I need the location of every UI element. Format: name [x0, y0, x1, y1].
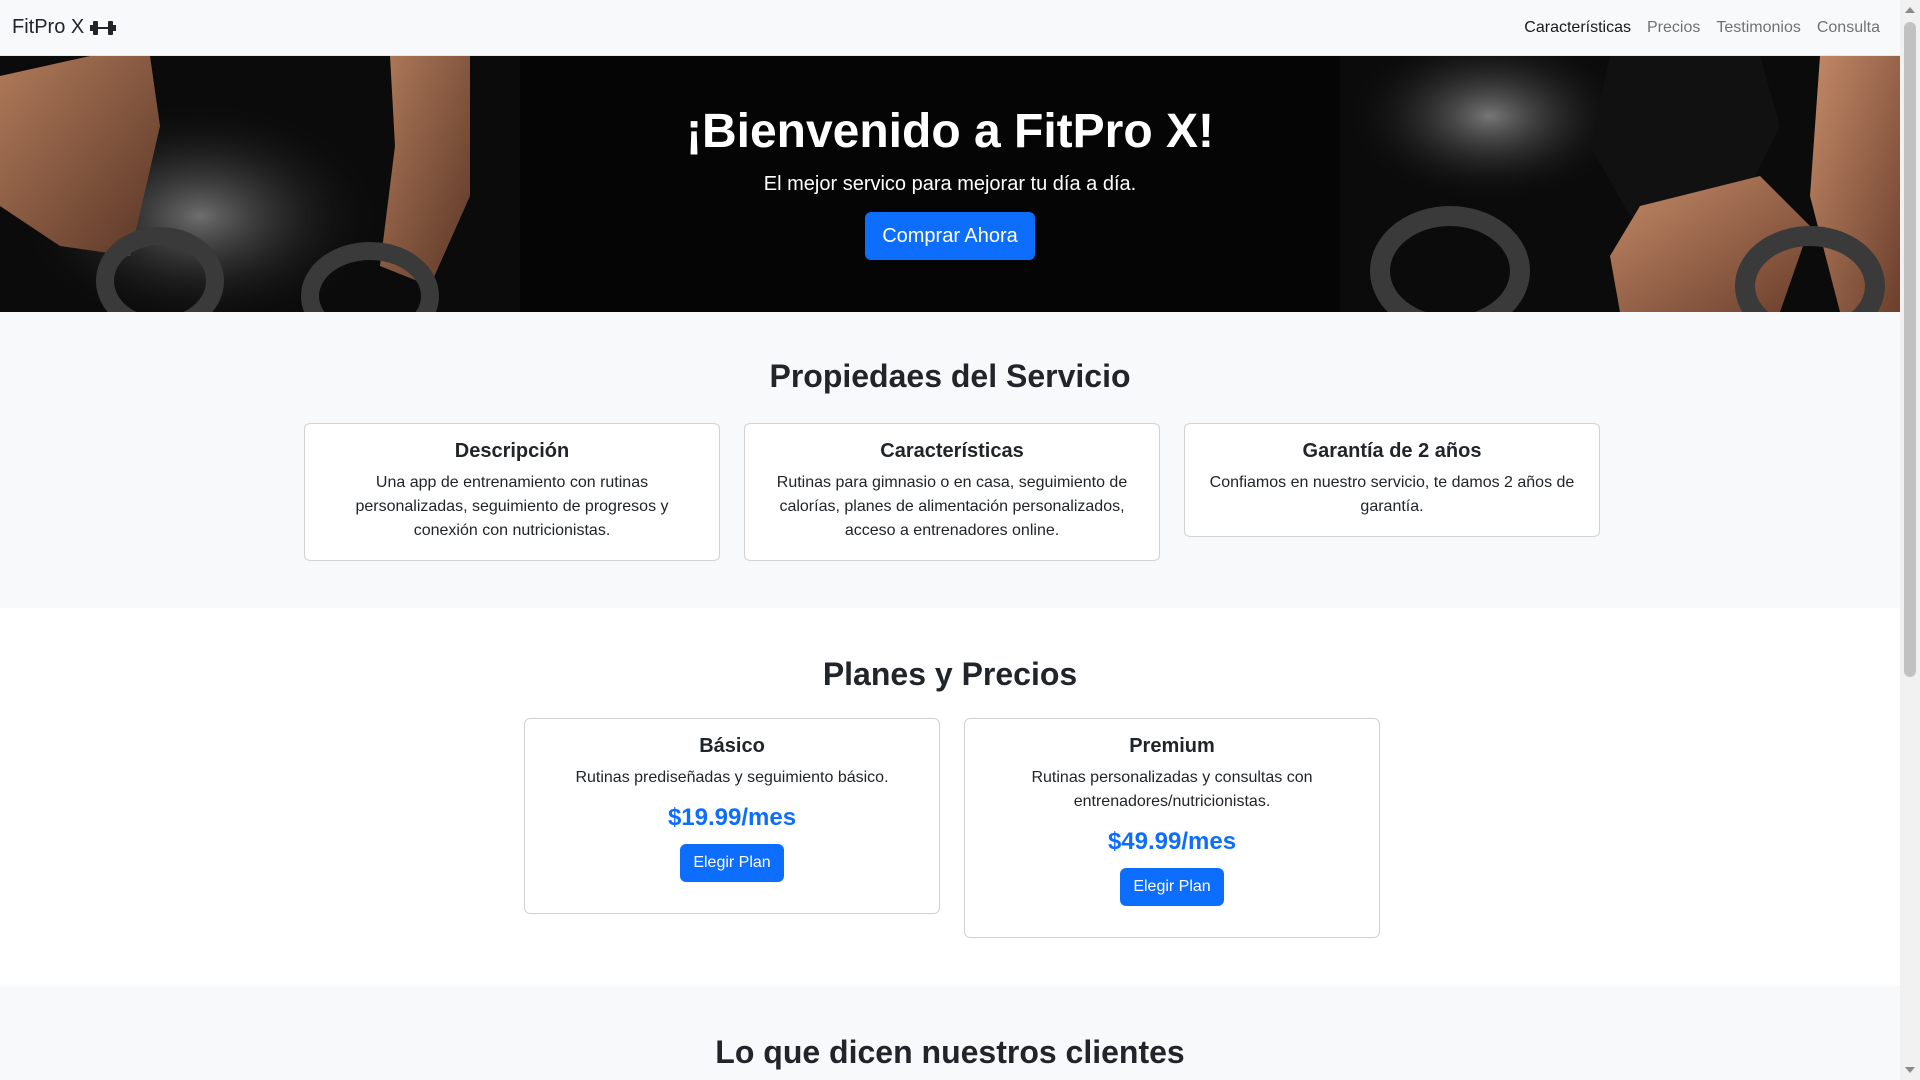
scroll-up-arrow-icon[interactable]	[1905, 7, 1915, 13]
dumbbell-icon	[90, 20, 117, 35]
nav-links: Características Precios Testimonios Cons…	[1516, 19, 1888, 37]
plan-description: Rutinas prediseñadas y seguimiento básic…	[575, 769, 889, 786]
feature-card-text: Rutinas para gimnasio o en casa, seguimi…	[776, 474, 1128, 539]
nav-link-testimonios[interactable]: Testimonios	[1708, 19, 1808, 37]
feature-card-descripcion: Descripción Una app de entrenamiento con…	[304, 423, 720, 561]
hero-subtitle: El mejor servico para mejorar tu día a d…	[763, 173, 1137, 195]
plan-description: Rutinas personalizadas y consultas con e…	[1031, 769, 1313, 810]
testimonials-section: Lo que dicen nuestros clientes	[0, 986, 1900, 1080]
nav-link-precios[interactable]: Precios	[1639, 19, 1708, 37]
scroll-down-arrow-icon[interactable]	[1905, 1067, 1915, 1073]
scrollbar-thumb[interactable]	[1904, 22, 1916, 677]
feature-card-text: Una app de entrenamiento con rutinas per…	[355, 474, 669, 539]
pricing-title: Planes y Precios	[822, 656, 1078, 692]
plan-price: $19.99/mes	[667, 804, 797, 831]
buy-now-button[interactable]: Comprar Ahora	[865, 212, 1035, 260]
choose-plan-premium-button[interactable]: Elegir Plan	[1120, 868, 1224, 906]
hero-banner: ¡Bienvenido a FitPro X! El mejor servico…	[0, 56, 1900, 312]
features-title: Propiedaes del Servicio	[769, 358, 1131, 394]
plan-name: Básico	[699, 735, 765, 757]
hero-title: ¡Bienvenido a FitPro X!	[685, 105, 1215, 158]
feature-card-title: Descripción	[454, 440, 570, 462]
feature-card-title: Garantía de 2 años	[1302, 440, 1482, 462]
nav-link-caracteristicas[interactable]: Características	[1516, 19, 1639, 37]
brand-link[interactable]: FitPro X	[12, 16, 117, 39]
features-section: Propiedaes del Servicio Descripción Una …	[0, 312, 1900, 608]
page: FitPro X Características Precios Testimo…	[0, 0, 1900, 1080]
nav-link-consulta[interactable]: Consulta	[1809, 19, 1888, 37]
page-scrollbar[interactable]	[1900, 0, 1920, 1080]
plan-card-basico: Básico Rutinas prediseñadas y seguimient…	[524, 718, 940, 914]
pricing-section: Planes y Precios Básico Rutinas prediseñ…	[0, 608, 1900, 986]
hero-content: ¡Bienvenido a FitPro X! El mejor servico…	[0, 56, 1900, 312]
choose-plan-basico-button[interactable]: Elegir Plan	[680, 844, 784, 882]
feature-card-title: Características	[880, 440, 1024, 462]
plan-price: $49.99/mes	[1107, 828, 1237, 855]
navbar: FitPro X Características Precios Testimo…	[0, 0, 1900, 56]
testimonials-title: Lo que dicen nuestros clientes	[715, 1034, 1185, 1070]
brand-name: FitPro X	[12, 16, 85, 38]
feature-card-caracteristicas: Características Rutinas para gimnasio o …	[744, 423, 1160, 561]
plan-card-premium: Premium Rutinas personalizadas y consult…	[964, 718, 1380, 938]
feature-card-text: Confiamos en nuestro servicio, te damos …	[1209, 474, 1575, 515]
plan-name: Premium	[1129, 735, 1215, 757]
feature-card-garantia: Garantía de 2 años Confiamos en nuestro …	[1184, 423, 1600, 537]
